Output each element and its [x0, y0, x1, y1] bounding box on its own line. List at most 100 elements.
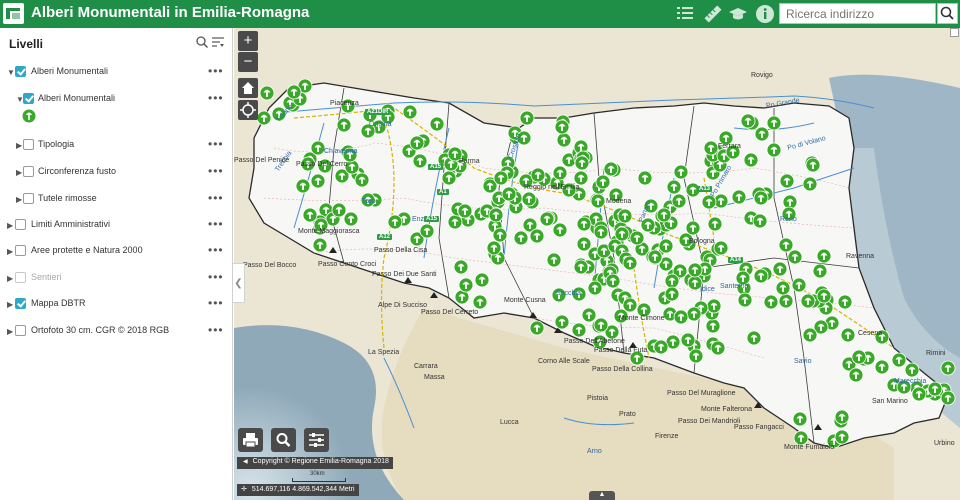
tree-marker[interactable]: [778, 237, 794, 253]
bottom-panel-toggle[interactable]: ▲: [589, 491, 615, 500]
tree-marker[interactable]: [766, 142, 782, 158]
tree-marker[interactable]: [493, 170, 509, 186]
layer-checkbox[interactable]: [23, 193, 34, 204]
tree-marker[interactable]: [354, 172, 370, 188]
tree-marker[interactable]: [746, 330, 762, 346]
tree-marker[interactable]: [802, 327, 818, 343]
tree-marker[interactable]: [256, 110, 272, 126]
tree-marker[interactable]: [707, 216, 723, 232]
tree-marker[interactable]: [402, 104, 418, 120]
layer-options-button[interactable]: •••: [208, 243, 224, 257]
layer-checkbox[interactable]: [23, 93, 34, 104]
tree-marker[interactable]: [911, 386, 927, 402]
tree-marker[interactable]: [754, 126, 770, 142]
layer-checkbox[interactable]: [15, 66, 26, 77]
tree-marker[interactable]: [664, 273, 680, 289]
tree-marker[interactable]: [552, 165, 568, 181]
tree-marker[interactable]: [688, 348, 704, 364]
tree-marker[interactable]: [587, 280, 603, 296]
tree-marker[interactable]: [834, 429, 850, 445]
tree-marker[interactable]: [904, 362, 920, 378]
tree-marker[interactable]: [629, 230, 645, 246]
layer-checkbox[interactable]: [15, 325, 26, 336]
search-button[interactable]: [937, 3, 958, 24]
tree-marker[interactable]: [787, 249, 803, 265]
tree-marker[interactable]: [295, 178, 311, 194]
expand-caret-icon[interactable]: ▶: [7, 327, 15, 336]
tree-marker[interactable]: [529, 228, 545, 244]
tree-marker[interactable]: [593, 224, 609, 240]
tree-marker[interactable]: [802, 176, 818, 192]
expand-caret-icon[interactable]: ▶: [7, 247, 15, 256]
expand-caret-icon[interactable]: ▶: [7, 221, 15, 230]
tree-marker[interactable]: [617, 208, 633, 224]
tree-marker[interactable]: [927, 381, 943, 397]
tree-marker[interactable]: [686, 306, 702, 322]
layer-checkbox[interactable]: [23, 139, 34, 150]
tree-marker[interactable]: [590, 193, 606, 209]
tree-marker[interactable]: [737, 292, 753, 308]
tree-marker[interactable]: [772, 261, 788, 277]
tree-marker[interactable]: [492, 227, 508, 243]
layer-checkbox[interactable]: [15, 245, 26, 256]
tree-marker[interactable]: [576, 236, 592, 252]
tree-marker[interactable]: [513, 230, 529, 246]
collapse-attribution-icon[interactable]: ◀: [243, 459, 248, 465]
legend-list-icon[interactable]: [675, 4, 695, 24]
zoom-out-button[interactable]: −: [238, 52, 258, 72]
tree-marker[interactable]: [554, 119, 570, 135]
tree-marker[interactable]: [576, 216, 592, 232]
map-view[interactable]: Rovigo Po Grande Po di Volano Ferrara Pi…: [234, 28, 960, 500]
map-search-button[interactable]: [271, 428, 296, 452]
tree-marker[interactable]: [834, 409, 850, 425]
layer-checkbox[interactable]: [15, 219, 26, 230]
layer-options-button[interactable]: •••: [208, 64, 224, 78]
expand-caret-icon[interactable]: ▶: [7, 274, 15, 283]
tree-marker[interactable]: [453, 259, 469, 275]
tree-marker[interactable]: [656, 207, 672, 223]
tree-marker[interactable]: [673, 164, 689, 180]
layer-options-button[interactable]: •••: [208, 323, 224, 337]
tree-marker[interactable]: [800, 293, 816, 309]
tree-marker[interactable]: [891, 352, 907, 368]
tree-marker[interactable]: [805, 157, 821, 173]
layer-row-ortofoto[interactable]: ▶ Ortofoto 30 cm. CGR © 2018 RGB •••: [0, 322, 232, 342]
tree-marker[interactable]: [488, 207, 504, 223]
address-search-input[interactable]: [779, 3, 936, 24]
tree-marker[interactable]: [593, 317, 609, 333]
tree-marker[interactable]: [412, 153, 428, 169]
layer-row-sentieri[interactable]: ▶ Sentieri •••: [0, 269, 232, 289]
tree-marker[interactable]: [703, 140, 719, 156]
tree-marker[interactable]: [637, 170, 653, 186]
tree-marker[interactable]: [521, 191, 537, 207]
tree-marker[interactable]: [753, 190, 769, 206]
tree-marker[interactable]: [286, 84, 302, 100]
tree-marker[interactable]: [441, 170, 457, 186]
tree-marker[interactable]: [666, 179, 682, 195]
locate-button[interactable]: [238, 100, 258, 120]
layer-options-button[interactable]: •••: [208, 137, 224, 151]
expand-caret-icon[interactable]: ▶: [7, 300, 15, 309]
tree-marker[interactable]: [519, 110, 535, 126]
tree-marker[interactable]: [546, 252, 562, 268]
tree-marker[interactable]: [571, 322, 587, 338]
layer-options-button[interactable]: •••: [208, 191, 224, 205]
tree-marker[interactable]: [685, 220, 701, 236]
measure-ruler-icon[interactable]: [703, 4, 723, 24]
tree-marker[interactable]: [816, 288, 832, 304]
tree-marker[interactable]: [874, 359, 890, 375]
tree-marker[interactable]: [573, 170, 589, 186]
tree-marker[interactable]: [573, 259, 589, 275]
tree-marker[interactable]: [680, 332, 696, 348]
tree-marker[interactable]: [793, 430, 809, 446]
tree-marker[interactable]: [457, 203, 473, 219]
tree-marker[interactable]: [706, 298, 722, 314]
tree-marker[interactable]: [447, 214, 463, 230]
tree-marker[interactable]: [713, 240, 729, 256]
layer-checkbox[interactable]: [23, 166, 34, 177]
tree-marker[interactable]: [614, 226, 630, 242]
layer-row-aree-protette[interactable]: ▶ Aree protette e Natura 2000 •••: [0, 242, 232, 262]
graduation-cap-icon[interactable]: [728, 4, 748, 24]
layer-checkbox[interactable]: [15, 298, 26, 309]
tree-marker[interactable]: [837, 294, 853, 310]
